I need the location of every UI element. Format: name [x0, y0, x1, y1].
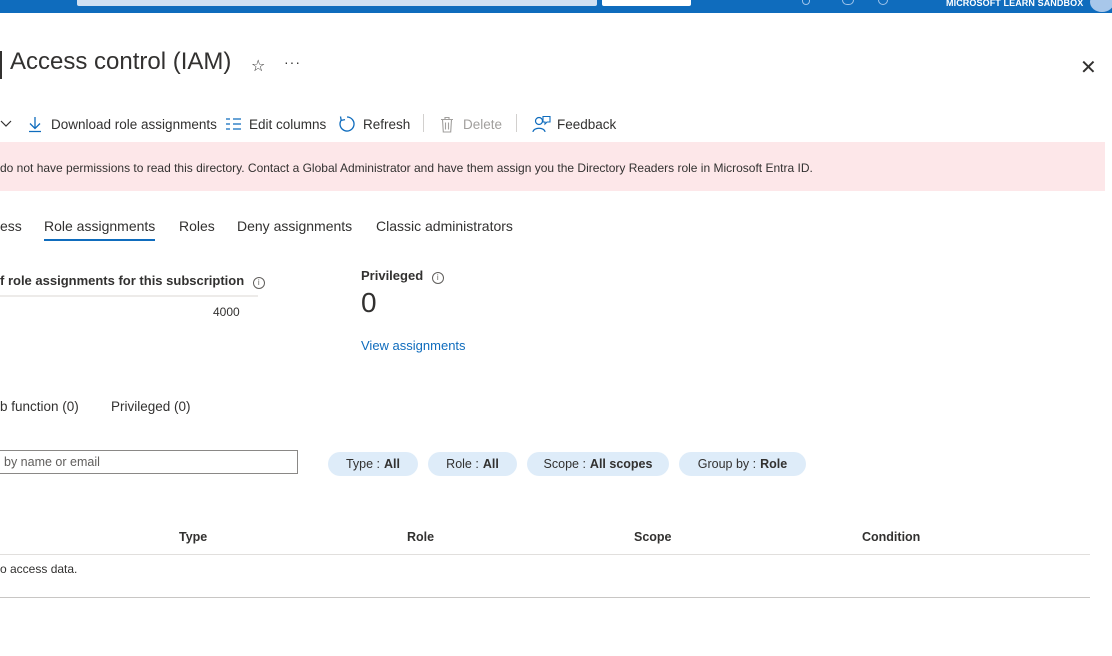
feedback-icon: [532, 115, 551, 133]
privileged-stat-title: Privileged i: [361, 268, 444, 284]
scope-filter-pill[interactable]: Scope : All scopes: [527, 452, 669, 476]
tab-roles[interactable]: Roles: [179, 218, 215, 234]
delete-button[interactable]: Delete: [440, 114, 502, 134]
download-role-assignments-button[interactable]: Download role assignments: [27, 114, 217, 134]
info-icon[interactable]: i: [252, 277, 265, 289]
privileged-stat-label: Privileged: [361, 268, 424, 283]
pill-value: All: [384, 457, 401, 471]
column-header-scope[interactable]: Scope: [634, 530, 672, 544]
delete-icon: [440, 116, 454, 133]
page-title: Access control (IAM): [10, 48, 232, 75]
pill-value: Role: [760, 457, 788, 471]
job-function-filter[interactable]: b function (0): [0, 399, 79, 414]
feedback-label: Feedback: [557, 116, 617, 132]
pill-key: Type :: [345, 457, 381, 471]
more-icon[interactable]: ···: [284, 54, 301, 70]
assignments-stat-label: f role assignments for this subscription: [0, 273, 245, 288]
table-empty-message: o access data.: [0, 562, 78, 576]
view-assignments-link[interactable]: View assignments: [361, 338, 466, 353]
search-placeholder: by name or email: [4, 455, 100, 469]
table-bottom-divider: [0, 597, 1090, 598]
info-icon[interactable]: i: [431, 272, 444, 284]
chevron-down-icon[interactable]: [0, 114, 12, 134]
pill-key: Group by :: [697, 457, 757, 471]
assignments-usage-bar: [0, 295, 258, 297]
type-filter-pill[interactable]: Type : All: [328, 452, 418, 476]
top-bar-button[interactable]: [602, 0, 691, 6]
column-header-condition[interactable]: Condition: [862, 530, 920, 544]
tab-deny-assignments[interactable]: Deny assignments: [237, 218, 352, 234]
pill-key: Role :: [446, 457, 479, 471]
refresh-button[interactable]: Refresh: [338, 114, 410, 134]
role-filter-pill[interactable]: Role : All: [428, 452, 517, 476]
toolbar-divider: [516, 114, 517, 132]
delete-label: Delete: [463, 116, 503, 132]
close-icon[interactable]: ✕: [1080, 55, 1097, 80]
banner-message: do not have permissions to read this dir…: [0, 161, 813, 175]
pill-value: All scopes: [589, 457, 653, 471]
feedback-button[interactable]: Feedback: [532, 114, 616, 134]
table-header-divider: [0, 554, 1090, 555]
column-header-type[interactable]: Type: [179, 530, 207, 544]
title-separator: [0, 51, 2, 79]
download-icon: [27, 115, 43, 133]
refresh-icon: [338, 115, 356, 133]
assignments-limit: 4000: [213, 305, 240, 319]
assignments-stat-title: f role assignments for this subscription…: [0, 273, 265, 289]
download-label: Download role assignments: [51, 116, 217, 132]
edit-columns-label: Edit columns: [249, 116, 327, 132]
privileged-filter[interactable]: Privileged (0): [111, 399, 191, 414]
active-tab-indicator: [44, 239, 155, 241]
tab-role-assignments[interactable]: Role assignments: [44, 218, 155, 234]
tab-check-access[interactable]: ess: [0, 218, 22, 234]
pill-key: Scope :: [543, 457, 586, 471]
refresh-label: Refresh: [363, 116, 411, 132]
star-icon[interactable]: ☆: [251, 56, 265, 76]
privileged-count: 0: [361, 287, 377, 318]
global-search-box[interactable]: [77, 0, 597, 6]
tab-classic-administrators[interactable]: Classic administrators: [376, 218, 513, 234]
pill-value: All: [482, 457, 499, 471]
edit-columns-button[interactable]: Edit columns: [225, 114, 326, 134]
account-directory-label[interactable]: MICROSOFT LEARN SANDBOX: [946, 0, 1083, 8]
edit-columns-icon: [225, 117, 242, 131]
column-header-role[interactable]: Role: [407, 530, 434, 544]
group-by-pill[interactable]: Group by : Role: [679, 452, 806, 476]
toolbar-divider: [423, 114, 424, 132]
